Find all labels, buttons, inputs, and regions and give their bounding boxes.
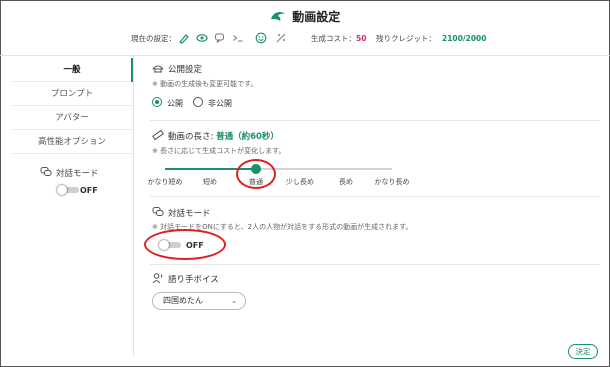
credit-label: 残りクレジット： 2100/2000: [376, 33, 487, 44]
eye-icon: [196, 32, 208, 44]
current-settings-bar: 現在の設定： 生成コスト：50 残りクレジット： 2100/2000: [0, 32, 610, 46]
page-title: 動画設定: [292, 10, 341, 24]
radio-public[interactable]: [152, 97, 162, 107]
length-tick-label[interactable]: 少し長め: [286, 177, 314, 187]
dolphin-logo-icon: [270, 9, 286, 25]
sidebar-divider: [133, 56, 134, 356]
sidebar-dialog-toggle[interactable]: [57, 185, 81, 195]
sidebar-active-indicator: [131, 58, 133, 82]
sidebar: 一般 プロンプト アバター 高性能オプション: [12, 56, 132, 206]
credit-label-text: 残りクレジット：: [376, 34, 436, 43]
sidebar-item-avatar[interactable]: アバター: [12, 106, 132, 130]
radio-public-label: 公開: [167, 99, 183, 108]
narrator-title: 語り手ボイス: [168, 275, 219, 285]
section-divider: [150, 196, 600, 197]
dialog-title: 対話モード: [168, 209, 211, 219]
narrator-select-value: 四国めたん: [163, 296, 203, 305]
sidebar-dialog-mode-label: 対話モード: [56, 169, 99, 179]
visibility-title: 公開設定: [168, 65, 203, 75]
ruler-icon: [152, 129, 164, 141]
sidebar-item-general[interactable]: 一般: [12, 58, 132, 82]
section-divider: [150, 120, 600, 121]
voice-icon: [152, 272, 164, 284]
sidebar-item-prompt[interactable]: プロンプト: [12, 82, 132, 106]
length-tick-label[interactable]: かなり短め: [148, 177, 183, 187]
current-settings-label: 現在の設定：: [131, 34, 176, 43]
length-title-label: 動画の長さ:: [168, 132, 214, 142]
radio-private-label: 非公開: [208, 99, 232, 108]
chat-bubble-icon: [40, 166, 52, 181]
main-panel: 公開設定 ※ 動画の生成後も変更可能です。 公開 非公開 動画の長さ: 普通（約…: [148, 56, 600, 356]
length-current-value: 普通（約60秒）: [216, 132, 279, 142]
toggle-knob: [57, 185, 67, 195]
annotation-circle-toggle: [144, 229, 226, 260]
terminal-icon: [232, 32, 244, 44]
smile-icon: [255, 32, 267, 44]
chevron-down-icon: ⌄: [231, 297, 237, 305]
header: 動画設定 現在の設定： 生成コスト：50 残りクレジット： 2100/2000: [0, 0, 610, 56]
no-magic-icon: [275, 32, 287, 44]
cost-label-text: 生成コスト：: [311, 34, 356, 43]
length-tick-label[interactable]: かなり長め: [375, 177, 410, 187]
radio-private[interactable]: [193, 97, 203, 107]
sidebar-item-advanced[interactable]: 高性能オプション: [12, 130, 132, 154]
cost-value: 50: [356, 34, 367, 43]
cost-label: 生成コスト：50: [311, 33, 366, 44]
chat-icon: [214, 32, 226, 44]
annotation-circle-slider: [236, 159, 276, 189]
credit-value: 2100/2000: [442, 34, 487, 43]
length-tick-label[interactable]: 長め: [339, 177, 353, 187]
title-row: 動画設定: [0, 8, 610, 28]
length-tick-label[interactable]: 短め: [203, 177, 217, 187]
length-note: ※ 長さに応じて生成コストが変化します。: [152, 147, 286, 155]
brush-icon: [178, 32, 190, 44]
submit-button[interactable]: 決定: [568, 344, 598, 359]
length-title: 動画の長さ: 普通（約60秒）: [168, 130, 279, 142]
narrator-select[interactable]: 四国めたん ⌄: [152, 292, 246, 310]
visibility-note: ※ 動画の生成後も変更可能です。: [152, 80, 258, 88]
sidebar-dialog-toggle-label: OFF: [80, 186, 98, 195]
chat-bubble-icon: [152, 206, 164, 218]
globe-icon: [152, 62, 164, 74]
section-divider: [150, 264, 600, 265]
